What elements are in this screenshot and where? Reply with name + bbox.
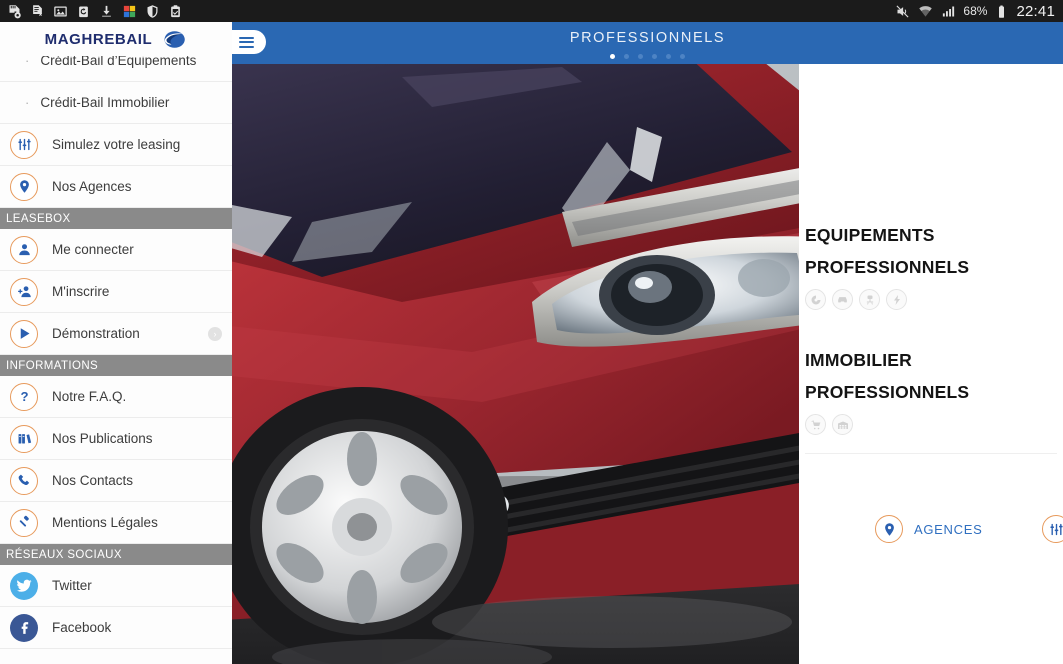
panel-block-icons bbox=[805, 414, 969, 435]
hamburger-lines bbox=[239, 34, 254, 50]
status-bar: 68% 22:41 bbox=[0, 0, 1063, 22]
panel-block-line1: EQUIPEMENTS bbox=[805, 225, 935, 245]
sidebar-item-nos-publications[interactable]: Nos Publications bbox=[0, 418, 232, 460]
download-arrow-icon bbox=[102, 5, 111, 17]
mute-vibrate-icon bbox=[896, 4, 909, 18]
cta-simulateur[interactable] bbox=[1042, 515, 1063, 543]
status-bar-left-icons bbox=[0, 4, 184, 19]
svg-text:?: ? bbox=[20, 389, 28, 404]
sidebar-item-label: Me connecter bbox=[52, 242, 134, 257]
drawer-brand-header: MAGHREBAIL bbox=[0, 22, 232, 56]
sidebar-item-label: Mentions Légales bbox=[52, 515, 158, 530]
shopping-cart-icon[interactable] bbox=[805, 414, 826, 435]
sidebar-section-leasebox: LEASEBOX bbox=[0, 208, 232, 229]
sidebar-item-mentions-legales[interactable]: Mentions Légales bbox=[0, 502, 232, 544]
panel-block-icons bbox=[805, 289, 969, 310]
battery-icon bbox=[999, 5, 1005, 18]
equipment-gear-icon[interactable] bbox=[805, 289, 826, 310]
panel-block-line2: PROFESSIONNELS bbox=[805, 257, 970, 277]
sidebar-item-label: Facebook bbox=[52, 620, 112, 635]
sidebar-item-label: Nos Agences bbox=[52, 179, 132, 194]
sidebar-item-me-connecter[interactable]: Me connecter bbox=[0, 229, 232, 271]
sd-card-settings-icon bbox=[9, 4, 21, 18]
gavel-icon bbox=[10, 508, 38, 537]
shield-security-icon bbox=[147, 4, 158, 18]
status-bar-right-icons: 68% 22:41 bbox=[894, 4, 1063, 19]
twitter-bird-icon bbox=[10, 571, 38, 600]
sidebar-section-reseaux-sociaux: RÉSEAUX SOCIAUX bbox=[0, 544, 232, 565]
books-icon bbox=[10, 424, 38, 453]
battery-percent-label: 68% bbox=[963, 4, 988, 18]
cta-agences[interactable]: AGENCES bbox=[875, 515, 982, 543]
location-pin-icon bbox=[875, 515, 903, 543]
play-icon bbox=[10, 319, 38, 348]
user-add-icon bbox=[10, 277, 38, 306]
sidebar-item-minscrire[interactable]: M'inscrire bbox=[0, 271, 232, 313]
sidebar-item-label: M'inscrire bbox=[52, 284, 110, 299]
panel-cta-row: AGENCES bbox=[875, 515, 1063, 543]
panel-block-equipements[interactable]: EQUIPEMENTS PROFESSIONNELS bbox=[805, 219, 969, 310]
sidebar-item-label: Notre F.A.Q. bbox=[52, 389, 127, 404]
sliders-icon bbox=[10, 130, 38, 159]
panel-block-line1: IMMOBILIER bbox=[805, 350, 912, 370]
sidebar-item-nos-agences[interactable]: Nos Agences bbox=[0, 166, 232, 208]
cellular-signal-icon bbox=[943, 6, 955, 16]
sidebar-item-label: Nos Contacts bbox=[52, 473, 134, 488]
warehouse-building-icon[interactable] bbox=[832, 414, 853, 435]
maghrebail-swoosh-logo bbox=[161, 30, 187, 49]
panel-divider bbox=[805, 453, 1057, 454]
cta-label: AGENCES bbox=[914, 521, 983, 537]
drawer-scroll-content: Nos Produits ▾ · Crédit-Bail d’Équipemen… bbox=[0, 22, 232, 649]
hero-car-photo bbox=[232, 22, 832, 664]
question-mark-icon: ? bbox=[10, 382, 38, 411]
phone-icon bbox=[10, 466, 38, 495]
sidebar-item-simulez-votre-leasing[interactable]: Simulez votre leasing bbox=[0, 124, 232, 166]
sliders-icon bbox=[1042, 515, 1063, 543]
sidebar-item-label: Simulez votre leasing bbox=[52, 137, 181, 152]
sidebar-subitem-label: Crédit-Bail Immobilier bbox=[40, 95, 170, 110]
sidebar-item-label: Démonstration bbox=[52, 326, 140, 341]
page-title: PROFESSIONNELS bbox=[569, 30, 726, 46]
sidebar-item-demonstration[interactable]: Démonstration › bbox=[0, 313, 232, 355]
sidebar-item-notre-faq[interactable]: ? Notre F.A.Q. bbox=[0, 376, 232, 418]
panel-block-line2: PROFESSIONNELS bbox=[805, 382, 970, 402]
car-icon[interactable] bbox=[832, 289, 853, 310]
bullet-icon: · bbox=[25, 95, 30, 110]
chevron-right-icon[interactable]: › bbox=[208, 326, 222, 341]
app-bar: PROFESSIONNELS bbox=[232, 22, 1063, 64]
carousel-dot-2[interactable] bbox=[624, 54, 629, 59]
user-icon bbox=[10, 235, 38, 264]
document-error-icon bbox=[33, 4, 42, 16]
carousel-dot-1[interactable] bbox=[610, 54, 615, 59]
industrial-lamp-icon[interactable] bbox=[886, 289, 907, 310]
wifi-icon bbox=[919, 5, 933, 16]
carousel-dot-6[interactable] bbox=[680, 54, 685, 59]
sidebar-item-nos-contacts[interactable]: Nos Contacts bbox=[0, 460, 232, 502]
facebook-f-icon bbox=[10, 613, 38, 642]
hamburger-menu-icon[interactable] bbox=[232, 30, 266, 54]
location-pin-icon bbox=[10, 172, 38, 201]
sidebar-item-facebook[interactable]: Facebook bbox=[0, 607, 232, 649]
carousel-dot-4[interactable] bbox=[652, 54, 657, 59]
content-panel: EQUIPEMENTS PROFESSIONNELS IMMOBILIER PR… bbox=[799, 64, 1063, 664]
brand-name: MAGHREBAIL bbox=[44, 30, 153, 48]
sync-recycle-icon bbox=[79, 6, 88, 17]
navigation-drawer[interactable]: Nos Produits ▾ · Crédit-Bail d’Équipemen… bbox=[0, 22, 232, 664]
sidebar-section-informations: INFORMATIONS bbox=[0, 355, 232, 376]
carousel-dot-3[interactable] bbox=[638, 54, 643, 59]
panel-block-immobilier[interactable]: IMMOBILIER PROFESSIONNELS bbox=[805, 344, 969, 435]
status-clock: 22:41 bbox=[1016, 2, 1055, 20]
carousel-dot-5[interactable] bbox=[666, 54, 671, 59]
main-content: PROFESSIONNELS EQUIPEMENTS PROFESSIONNEL… bbox=[232, 22, 1063, 664]
carousel-indicator[interactable] bbox=[232, 54, 1063, 59]
sidebar-item-label: Twitter bbox=[52, 578, 92, 593]
sidebar-subitem-credit-bail-immobilier[interactable]: · Crédit-Bail Immobilier bbox=[0, 82, 232, 124]
sidebar-item-twitter[interactable]: Twitter bbox=[0, 565, 232, 607]
office-chair-icon[interactable] bbox=[859, 289, 880, 310]
sidebar-item-label: Nos Publications bbox=[52, 431, 153, 446]
photos-app-icon bbox=[123, 5, 136, 17]
gallery-image-icon bbox=[54, 6, 67, 16]
clipboard-check-icon bbox=[171, 4, 180, 17]
